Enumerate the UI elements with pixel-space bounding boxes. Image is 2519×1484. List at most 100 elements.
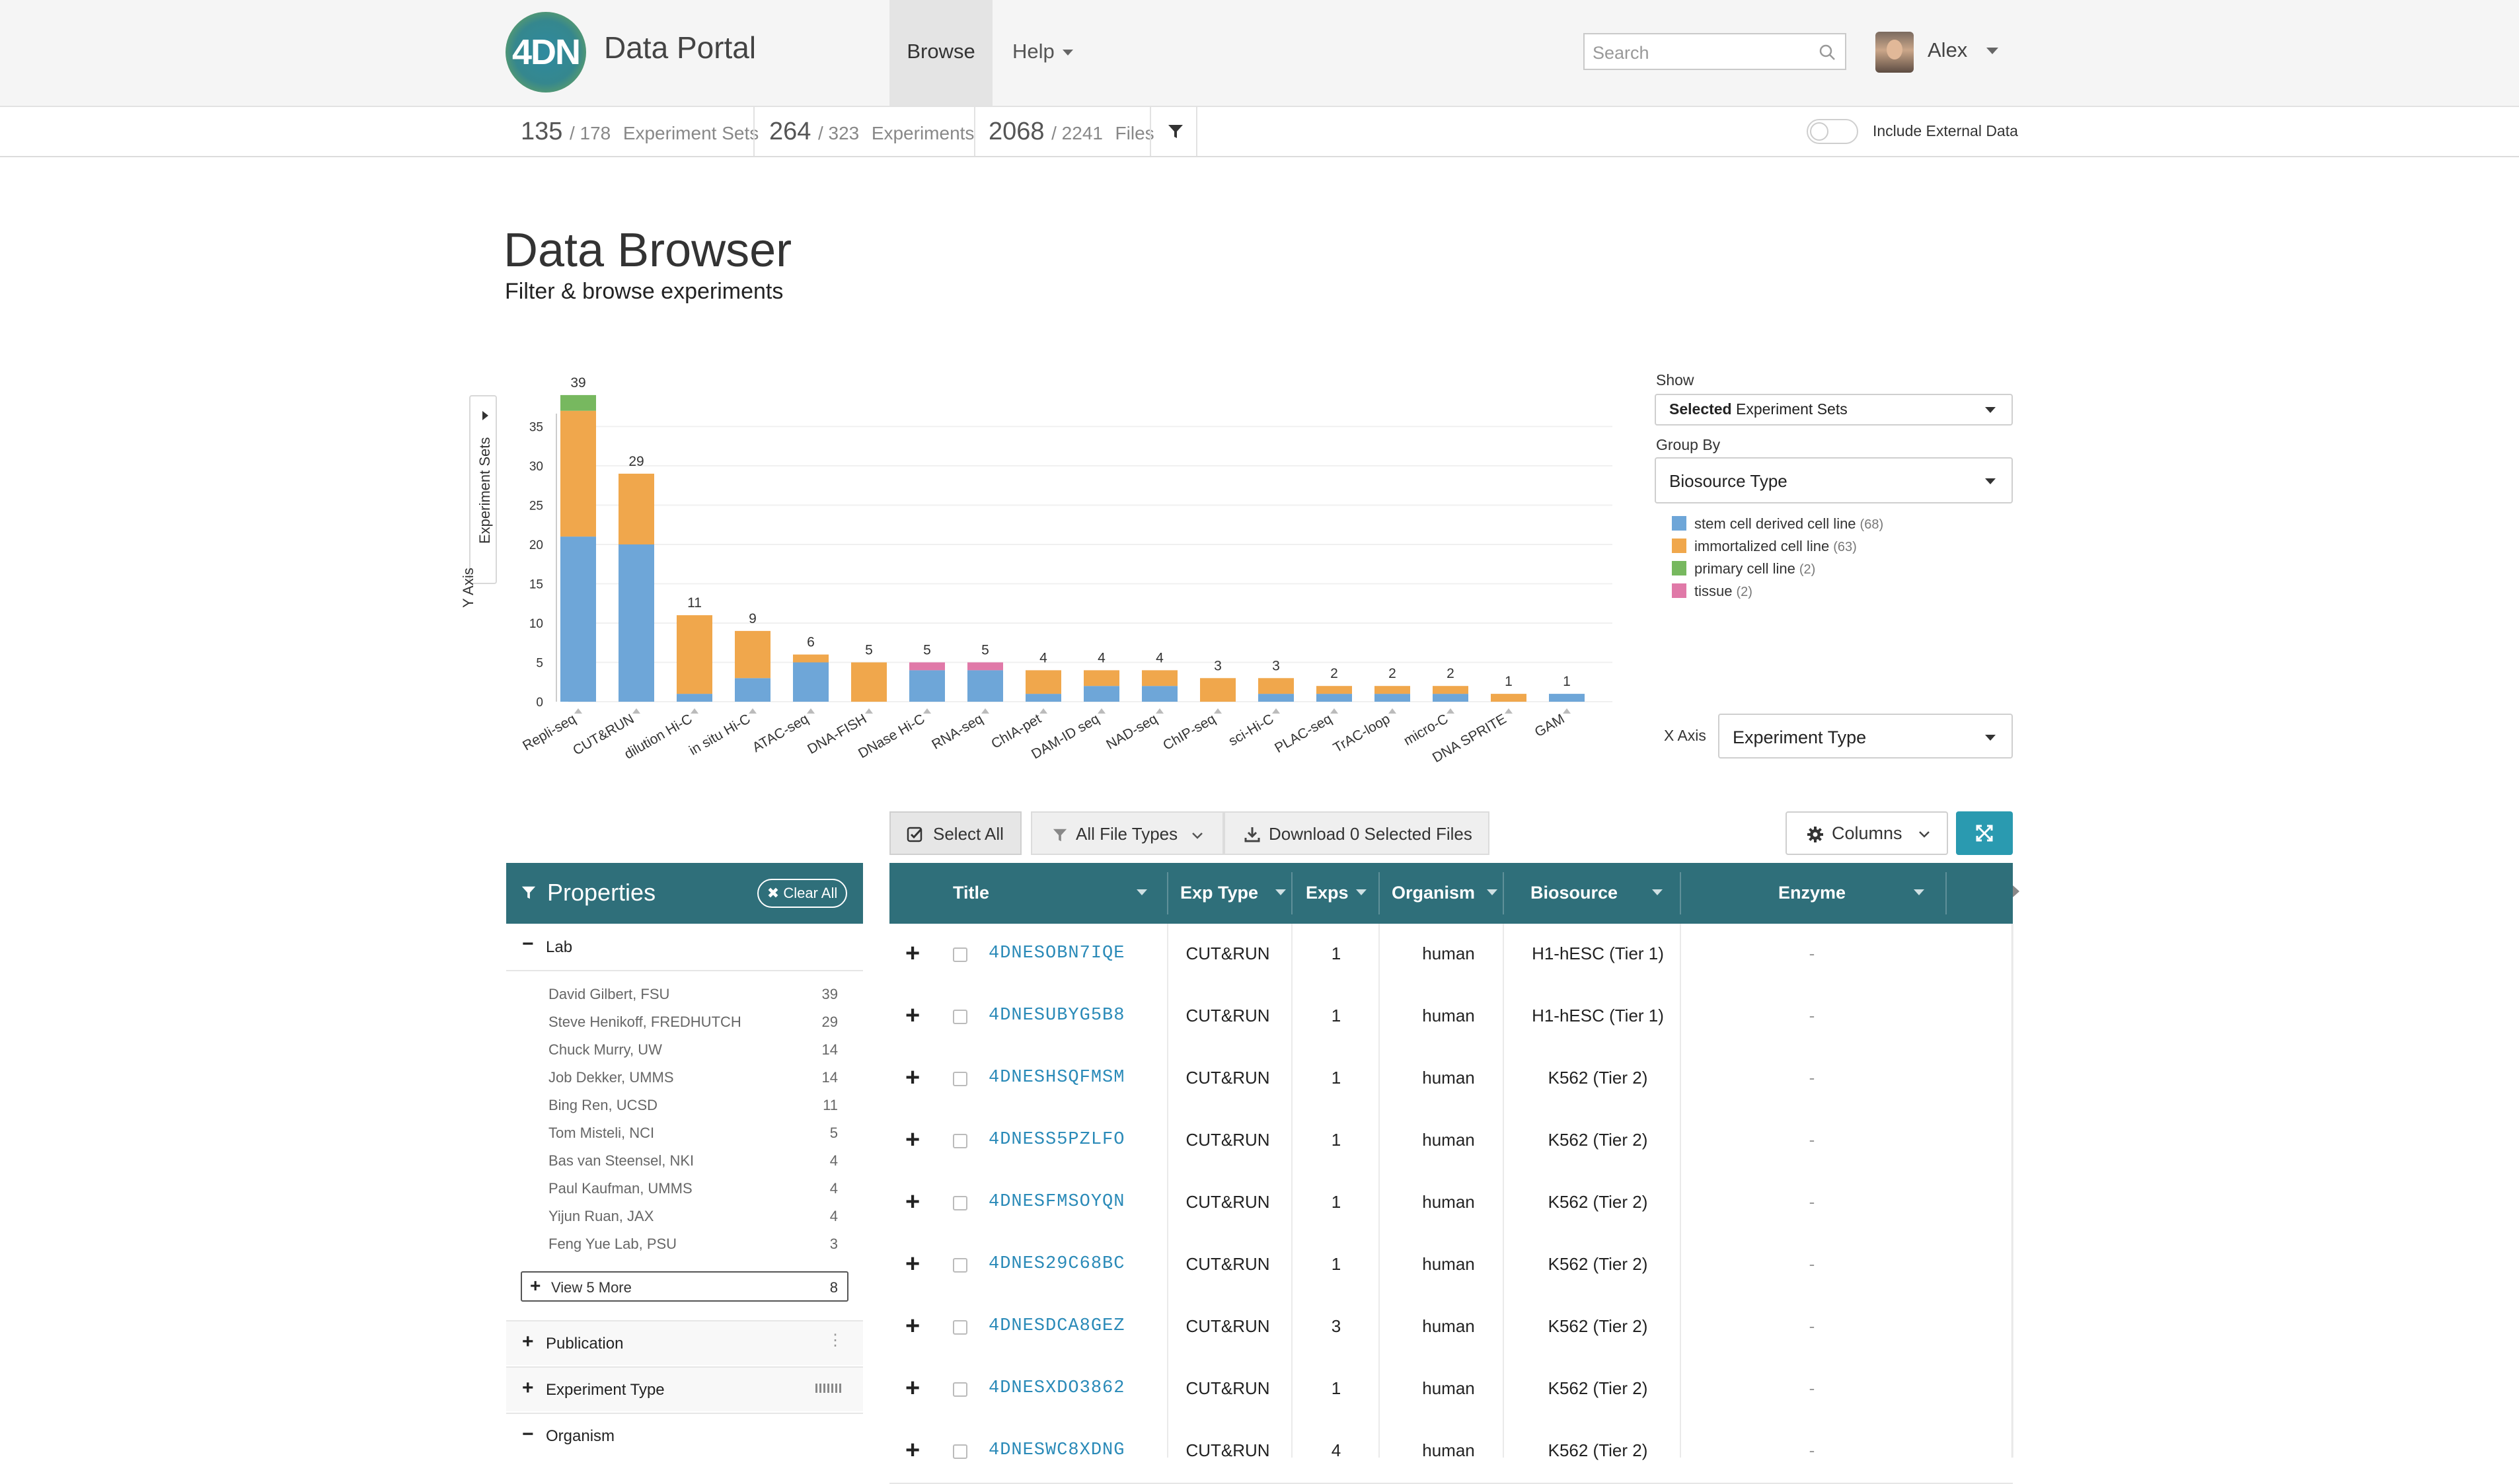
expand-icon[interactable]: +: [522, 1377, 534, 1399]
4dn-logo[interactable]: 4DN: [506, 12, 586, 93]
row-checkbox[interactable]: [953, 1196, 967, 1210]
legend-item[interactable]: primary cell line (2): [1672, 560, 1815, 577]
table-row[interactable]: +4DNESS5PZLFO CUT&RUN 1 human K562 (Tier 2) -: [889, 1110, 2013, 1173]
search-field[interactable]: [1583, 33, 1846, 70]
row-checkbox[interactable]: [953, 1072, 967, 1086]
experiment-set-link[interactable]: 4DNESS5PZLFO: [989, 1130, 1125, 1150]
expand-row-icon[interactable]: +: [905, 1438, 920, 1463]
avatar[interactable]: [1875, 32, 1914, 73]
search-icon[interactable]: [1819, 44, 1836, 61]
nav-help[interactable]: Help: [1012, 0, 1073, 106]
table-row[interactable]: +4DNESFMSOYQN CUT&RUN 1 human K562 (Tier 2) -: [889, 1172, 2013, 1236]
table-row[interactable]: +4DNESXDO3862 CUT&RUN 1 human K562 (Tier 2) -: [889, 1358, 2013, 1422]
collapse-icon[interactable]: −: [522, 933, 534, 955]
select-all-button[interactable]: Select All: [889, 811, 1022, 855]
row-checkbox[interactable]: [953, 1320, 967, 1335]
experiment-set-link[interactable]: 4DNES29C68BC: [989, 1254, 1125, 1274]
facet-title: Experiment Type: [546, 1381, 665, 1399]
scroll-right-icon[interactable]: [2013, 885, 2019, 897]
expand-icon[interactable]: +: [522, 1331, 534, 1353]
experiment-set-link[interactable]: 4DNESXDO3862: [989, 1378, 1125, 1398]
row-checkbox[interactable]: [953, 1382, 967, 1397]
expand-row-icon[interactable]: +: [905, 1003, 920, 1028]
row-checkbox[interactable]: [953, 1444, 967, 1459]
legend-item[interactable]: stem cell derived cell line (68): [1672, 515, 1883, 533]
column-resize-handle[interactable]: [1680, 872, 1681, 914]
column-header[interactable]: Exps: [1306, 863, 1349, 924]
row-checkbox[interactable]: [953, 1134, 967, 1148]
x-tick-marker: [1447, 708, 1454, 714]
column-header[interactable]: Biosource: [1530, 863, 1618, 924]
table-row[interactable]: +4DNES29C68BC CUT&RUN 1 human K562 (Tier 2) -: [889, 1234, 2013, 1298]
x-axis-select[interactable]: Experiment Type: [1718, 714, 2013, 759]
table-row[interactable]: +4DNESHSQFMSM CUT&RUN 1 human K562 (Tier 2) -: [889, 1048, 2013, 1111]
expand-row-icon[interactable]: +: [905, 1127, 920, 1152]
facet-organism[interactable]: − Organism: [506, 1413, 863, 1459]
column-resize-handle[interactable]: [1291, 872, 1293, 914]
experiment-set-link[interactable]: 4DNESFMSOYQN: [989, 1192, 1125, 1212]
table-row[interactable]: +4DNESOBN7IQE CUT&RUN 1 human H1-hESC (Tier …: [889, 924, 2013, 987]
view-more-button[interactable]: + View 5 More 8: [521, 1271, 848, 1302]
download-selected-button[interactable]: Download 0 Selected Files: [1224, 811, 1489, 855]
sort-caret-icon[interactable]: [1914, 889, 1924, 895]
group-by-select[interactable]: Biosource Type: [1655, 457, 2013, 503]
facet-experiment-type[interactable]: + Experiment Type: [506, 1366, 863, 1411]
nav-browse[interactable]: Browse: [889, 0, 993, 106]
experiment-set-link[interactable]: 4DNESHSQFMSM: [989, 1068, 1125, 1088]
sort-caret-icon[interactable]: [1652, 889, 1663, 895]
legend-swatch: [1672, 583, 1686, 598]
y-axis-selector[interactable]: Experiment Sets: [469, 395, 497, 584]
column-resize-handle[interactable]: [1378, 872, 1380, 914]
expand-row-icon[interactable]: +: [905, 1314, 920, 1339]
x-tick-label: ATAC-seq: [750, 711, 811, 755]
column-header[interactable]: Organism: [1392, 863, 1475, 924]
table-row[interactable]: +4DNESWC8XDNG CUT&RUN 4 human K562 (Tier 2) -: [889, 1421, 2013, 1484]
experiment-set-link[interactable]: 4DNESUBYG5B8: [989, 1006, 1125, 1025]
row-checkbox[interactable]: [953, 1258, 967, 1273]
brand-title[interactable]: Data Portal: [604, 30, 756, 65]
chevron-down-icon: [1062, 50, 1073, 56]
search-input[interactable]: [1591, 40, 1812, 66]
show-select[interactable]: Selected Experiment Sets: [1655, 394, 2013, 426]
row-checkbox[interactable]: [953, 947, 967, 962]
legend-item[interactable]: immortalized cell line (63): [1672, 538, 1857, 555]
facet-term-label: Yijun Ruan, JAX: [548, 1208, 654, 1224]
caret-right-icon[interactable]: [482, 411, 488, 420]
table-row[interactable]: +4DNESDCA8GEZ CUT&RUN 3 human K562 (Tier 2) -: [889, 1296, 2013, 1360]
clear-all-button[interactable]: ✖ Clear All: [757, 879, 847, 908]
column-resize-handle[interactable]: [1503, 872, 1504, 914]
experiment-set-link[interactable]: 4DNESOBN7IQE: [989, 944, 1125, 963]
sort-caret-icon[interactable]: [1356, 889, 1367, 895]
facet-title: Publication: [546, 1335, 624, 1353]
columns-button[interactable]: Columns: [1786, 811, 1948, 855]
table-row[interactable]: +4DNESUBYG5B8 CUT&RUN 1 human H1-hESC (Tier …: [889, 986, 2013, 1049]
sort-caret-icon[interactable]: [1487, 889, 1497, 895]
facet-lab-header[interactable]: − Lab: [506, 924, 863, 971]
include-external-toggle[interactable]: [1807, 119, 1858, 144]
column-header[interactable]: Title: [953, 863, 989, 924]
row-checkbox[interactable]: [953, 1010, 967, 1024]
bar-segment: [793, 654, 829, 663]
fullscreen-button[interactable]: [1956, 811, 2013, 855]
user-name[interactable]: Alex: [1928, 38, 1967, 62]
column-header[interactable]: Exp Type: [1180, 863, 1258, 924]
expand-row-icon[interactable]: +: [905, 941, 920, 966]
collapse-icon[interactable]: −: [522, 1423, 534, 1446]
sort-caret-icon[interactable]: [1137, 889, 1147, 895]
column-resize-handle[interactable]: [1945, 872, 1947, 914]
file-types-dropdown[interactable]: All File Types: [1031, 811, 1224, 855]
column-header[interactable]: Enzyme: [1680, 863, 1944, 924]
sort-caret-icon[interactable]: [1275, 889, 1286, 895]
expand-row-icon[interactable]: +: [905, 1065, 920, 1090]
chevron-down-icon[interactable]: [1986, 48, 1998, 54]
select-all-label: Select All: [933, 824, 1004, 844]
expand-row-icon[interactable]: +: [905, 1376, 920, 1401]
column-resize-handle[interactable]: [1167, 872, 1168, 914]
legend-item[interactable]: tissue (2): [1672, 583, 1752, 600]
experiment-set-link[interactable]: 4DNESDCA8GEZ: [989, 1316, 1125, 1336]
filter-icon[interactable]: [1167, 123, 1184, 140]
facet-term-count: 4: [829, 1180, 838, 1197]
expand-row-icon[interactable]: +: [905, 1189, 920, 1214]
expand-row-icon[interactable]: +: [905, 1251, 920, 1277]
facet-publication[interactable]: + Publication ⋮: [506, 1320, 863, 1365]
